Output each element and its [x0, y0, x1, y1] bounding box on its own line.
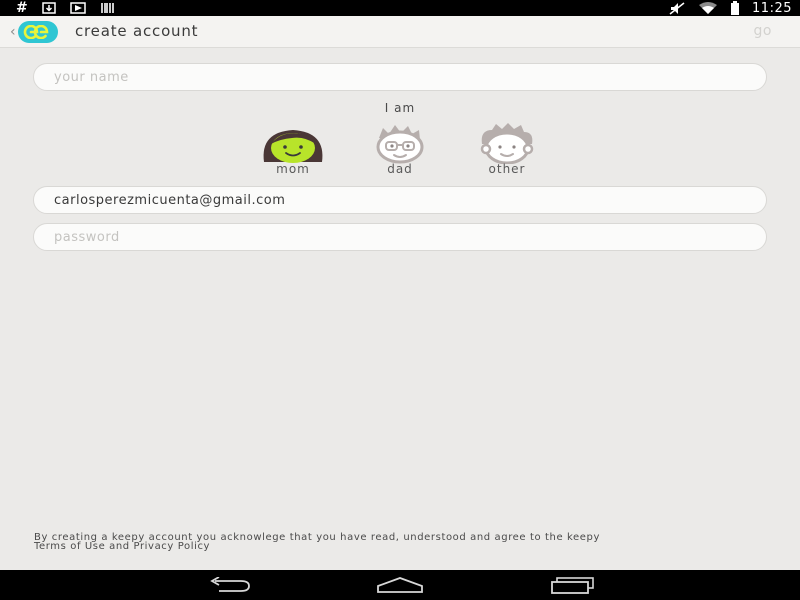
status-bar: # 11:25: [0, 0, 800, 16]
action-bar: ‹ create account go: [0, 16, 800, 48]
terms-of-use-link[interactable]: Terms of Use: [34, 541, 105, 552]
other-face-icon: [480, 123, 534, 164]
privacy-policy-link[interactable]: Privacy Policy: [134, 541, 211, 552]
role-dad[interactable]: dad: [365, 122, 435, 176]
mom-face-icon: [263, 130, 323, 163]
status-bar-right: 11:25: [668, 0, 792, 16]
name-field[interactable]: [33, 63, 767, 91]
barcode-icon: [100, 2, 116, 14]
go-button[interactable]: go: [754, 23, 772, 39]
navigation-bar: [0, 570, 800, 600]
role-label-mom: mom: [276, 162, 310, 176]
dad-face-icon: [376, 125, 424, 164]
hash-icon: #: [16, 0, 28, 16]
page-title: create account: [75, 22, 199, 40]
chevron-left-icon: ‹: [10, 24, 16, 40]
keepy-logo-icon: [17, 21, 58, 43]
recents-nav-icon[interactable]: [548, 574, 598, 596]
status-bar-left: #: [16, 0, 116, 16]
wifi-icon: [698, 1, 718, 15]
role-label-other: other: [488, 162, 526, 176]
back-nav-icon[interactable]: [205, 574, 255, 596]
download-icon: [41, 2, 56, 14]
password-field[interactable]: [33, 223, 767, 251]
play-store-icon: [69, 2, 86, 14]
mute-icon: [668, 1, 686, 15]
role-mom[interactable]: mom: [258, 122, 328, 176]
home-nav-icon[interactable]: [375, 574, 425, 596]
battery-icon: [730, 1, 740, 15]
role-other[interactable]: other: [472, 122, 542, 176]
clock: 11:25: [752, 0, 792, 16]
i-am-label: I am: [384, 101, 416, 115]
email-field[interactable]: [33, 186, 767, 214]
screen: # 11:25 ‹ create account go your name I …: [0, 0, 800, 600]
back-button[interactable]: ‹: [10, 19, 58, 45]
legal-links: Terms of Use and Privacy Policy: [34, 541, 774, 552]
role-label-dad: dad: [387, 162, 413, 176]
legal-notice: By creating a keepy account you acknowle…: [34, 533, 774, 552]
legal-and-text: and: [109, 541, 130, 552]
